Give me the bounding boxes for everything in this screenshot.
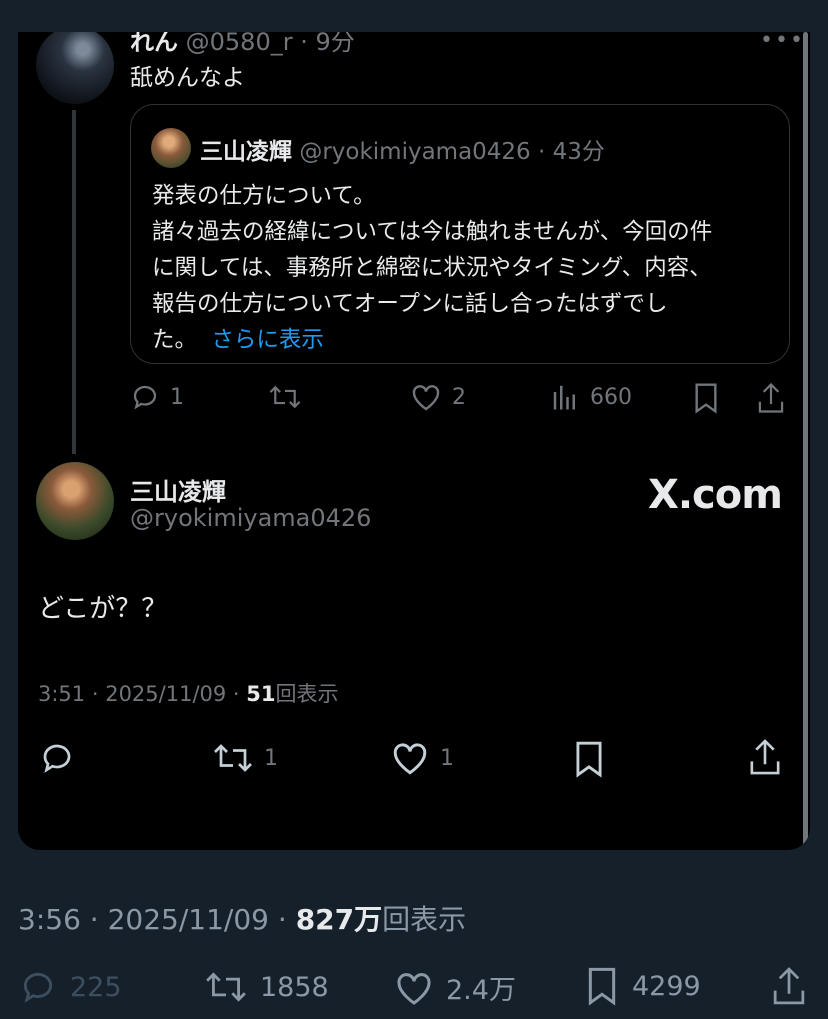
x-brand-logo: X.com [648,472,783,518]
main-tweet-text: どこが？？ [38,594,168,624]
reply-icon [133,385,157,410]
quoted-line-last: た。 さらに表示 [152,327,324,353]
main-views-label: 回表示 [275,682,339,706]
reply-handle[interactable]: @0580_r [186,32,293,56]
outer-retweet-count: 1858 [260,971,329,1003]
reply-action-like[interactable]: 2 [410,382,466,412]
outer-tweet-meta: 3:56 · 2025/11/09 · 827万回表示 [18,903,467,936]
bookmark-icon [695,383,717,414]
reply-icon [43,744,71,773]
outer-views-count: 827万 [295,903,383,936]
main-action-reply[interactable] [38,740,76,776]
main-retweet-count: 1 [264,745,278,771]
quoted-author-name: 三山凌輝 [200,139,292,165]
quoted-line: 発表の仕方について。 [152,183,376,209]
main-tweet-meta: 3:51 · 2025/11/09 · 51回表示 [38,682,339,706]
retweet-icon [214,744,252,772]
outer-action-reply[interactable]: 225 [18,968,122,1006]
card-scrollbar[interactable] [803,32,808,850]
main-avatar[interactable] [36,462,114,540]
outer-action-bookmark[interactable]: 4299 [584,966,701,1006]
like-count: 2 [452,384,466,410]
main-author-name[interactable]: 三山凌輝 [130,472,226,507]
bookmark-icon [576,741,602,778]
outer-action-share[interactable] [770,966,808,1006]
reply-action-bookmark[interactable] [692,382,720,414]
view-count: 660 [590,384,632,410]
quoted-line: に関しては、事務所と綿密に状況やタイミング、内容、 [152,255,712,281]
main-action-retweet[interactable]: 1 [212,740,278,776]
reply-author-name[interactable]: れん [130,32,178,56]
reply-header: れん @0580_r · 9分 [130,32,355,57]
bookmark-icon [588,967,616,1006]
quoted-line: 報告の仕方についてオープンに話し合ったはずでし [152,291,668,317]
reply-text: 舐めんなよ [130,65,245,91]
reply-count: 1 [170,384,184,410]
reply-action-reply[interactable]: 1 [130,382,184,412]
reply-action-share[interactable] [756,382,786,414]
retweet-icon [269,385,301,409]
outer-date[interactable]: 2025/11/09 [108,903,269,936]
main-action-bookmark[interactable] [572,740,606,778]
main-action-like[interactable]: 1 [390,740,454,776]
reply-avatar[interactable] [36,32,114,104]
quoted-time: 43分 [552,139,605,165]
main-time[interactable]: 3:51 [38,682,85,706]
quoted-header: 三山凌輝 @ryokimiyama0426 · 43分 [200,139,605,165]
outer-bookmark-count: 4299 [632,970,701,1002]
outer-views-label: 回表示 [382,903,467,936]
reply-icon [23,972,53,1003]
quoted-text: 発表の仕方について。 諸々過去の経緯については今は触れませんが、今回の件 に関し… [152,178,712,358]
outer-action-retweet[interactable]: 1858 [204,968,329,1006]
analytics-icon [553,385,575,410]
quoted-line: 諸々過去の経緯については今は触れませんが、今回の件 [152,219,713,245]
thread-line [72,110,76,454]
main-handle[interactable]: @ryokimiyama0426 [130,504,371,532]
main-like-count: 1 [440,745,454,771]
main-action-share[interactable] [746,738,784,776]
heart-icon [412,385,440,411]
reply-action-views[interactable]: 660 [550,382,632,412]
outer-action-like[interactable]: 2.4万 [394,968,516,1007]
heart-icon [393,743,427,775]
share-icon [758,382,784,413]
embedded-tweet-card[interactable]: れん @0580_r · 9分 ••• 舐めんなよ 三山凌輝 @ryokimiy… [18,32,810,850]
heart-icon [397,972,431,1005]
main-date[interactable]: 2025/11/09 [105,682,226,706]
more-dots-icon[interactable]: ••• [760,32,805,53]
share-icon [773,967,805,1005]
quoted-avatar [151,128,191,168]
quoted-handle: @ryokimiyama0426 [299,139,531,165]
reply-action-retweet[interactable] [268,382,302,412]
show-more-link[interactable]: さらに表示 [211,327,324,353]
outer-time[interactable]: 3:56 [18,903,81,936]
main-views-count: 51 [246,682,276,706]
retweet-icon [206,972,246,1002]
share-icon [750,739,780,775]
outer-reply-count: 225 [70,971,122,1003]
outer-like-count: 2.4万 [446,975,516,1006]
reply-time[interactable]: 9分 [315,32,354,56]
